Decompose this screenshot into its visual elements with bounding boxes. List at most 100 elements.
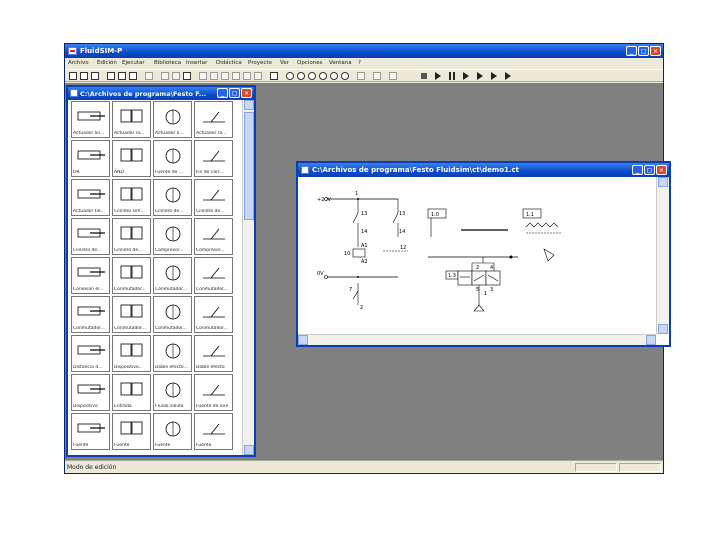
new-file-icon[interactable] [69, 72, 77, 80]
circuit-hscrollbar[interactable] [298, 334, 656, 345]
library-component[interactable]: Fuente de aire [194, 374, 233, 411]
align-left-icon[interactable] [199, 72, 207, 80]
menu-opciones[interactable]: Opciones [297, 60, 322, 66]
menu-insertar[interactable]: Insertar [186, 60, 207, 66]
align-top-icon[interactable] [232, 72, 240, 80]
library-component[interactable]: Entrada [112, 374, 151, 411]
circuit-scroll-right-arrow[interactable] [646, 335, 656, 345]
circuit-canvas[interactable]: +24V 1 13 14 13 14 A1 10 A2 12 0V 7 2 1.… [298, 177, 656, 334]
print-icon[interactable] [118, 72, 126, 80]
menu-ver[interactable]: Ver [280, 60, 289, 66]
undo-icon[interactable] [145, 72, 153, 80]
menu-archivo[interactable]: Archivo [68, 60, 89, 66]
close-button[interactable]: ✕ [650, 46, 661, 56]
menu-ejecutar[interactable]: Ejecutar [122, 60, 145, 66]
library-component[interactable]: Conmutador... [112, 296, 151, 333]
library-component[interactable]: Conmutador... [153, 296, 192, 333]
library-scrollbar[interactable] [242, 100, 254, 455]
library-component[interactable]: Actuador ro... [112, 101, 151, 138]
reset-icon[interactable] [463, 72, 469, 80]
library-component[interactable]: Conmutador... [112, 257, 151, 294]
menu-didactica[interactable]: Didáctica [216, 60, 242, 66]
zoom-original-icon[interactable] [286, 72, 294, 80]
scroll-thumb[interactable] [244, 112, 254, 220]
library-component[interactable]: Fluido salida [153, 374, 192, 411]
align-center-icon[interactable] [210, 72, 218, 80]
print-preview-icon[interactable] [107, 72, 115, 80]
menu-proyecto[interactable]: Proyecto [248, 60, 272, 66]
connection-icon[interactable] [373, 72, 381, 80]
pause-icon[interactable] [449, 72, 451, 80]
align-middle-icon[interactable] [243, 72, 251, 80]
library-component[interactable]: OR [71, 140, 110, 177]
library-component[interactable]: Conmutador... [194, 257, 233, 294]
library-minimize-button[interactable]: _ [217, 88, 228, 98]
step-icon[interactable] [477, 72, 483, 80]
library-component[interactable]: AND [112, 140, 151, 177]
scroll-up-arrow[interactable] [244, 100, 254, 110]
open-file-icon[interactable] [80, 72, 88, 80]
library-component[interactable]: Conmutador... [153, 257, 192, 294]
zoom-fit-icon[interactable] [308, 72, 316, 80]
zoom-in-icon[interactable] [330, 72, 338, 80]
library-component[interactable]: Conmutador... [194, 296, 233, 333]
menu-edicion[interactable]: Edición [97, 60, 117, 66]
circuit-scroll-left-arrow[interactable] [298, 335, 308, 345]
zoom-out-icon[interactable] [341, 72, 349, 80]
library-component[interactable]: Actuador tie... [71, 179, 110, 216]
check-drawing-icon[interactable] [357, 72, 365, 80]
grid-icon[interactable] [270, 72, 278, 80]
menu-help[interactable]: ? [358, 60, 361, 66]
library-component[interactable]: Compresor... [153, 218, 192, 255]
library-component[interactable]: Compresor... [194, 218, 233, 255]
circuit-close-button[interactable]: ✕ [656, 165, 667, 175]
circuit-vscrollbar[interactable] [656, 177, 669, 334]
maximize-button[interactable]: □ [638, 46, 649, 56]
library-component[interactable]: Distancia d... [71, 335, 110, 372]
library-component[interactable]: Actuador li... [153, 101, 192, 138]
library-component[interactable]: Cilindro de... [112, 218, 151, 255]
library-component[interactable]: Dispositivo... [112, 335, 151, 372]
library-component[interactable]: Dispositivo [71, 374, 110, 411]
align-right-icon[interactable] [221, 72, 229, 80]
circuit-scroll-down-arrow[interactable] [658, 324, 668, 334]
library-component[interactable]: Fuente de ... [153, 140, 192, 177]
library-component[interactable]: Fuente [194, 413, 233, 450]
library-component[interactable]: Fin de carr... [194, 140, 233, 177]
library-component[interactable]: Cilindro de... [71, 218, 110, 255]
play-icon[interactable] [435, 72, 441, 80]
circuit-maximize-button[interactable]: □ [644, 165, 655, 175]
library-component[interactable]: Fuente [153, 413, 192, 450]
stop-icon[interactable] [421, 73, 427, 79]
library-component[interactable]: Fuente [71, 413, 110, 450]
library-component[interactable]: Actuador lin... [71, 101, 110, 138]
library-component[interactable]: Cilindro sim... [112, 179, 151, 216]
library-component[interactable]: Cilindro de... [194, 179, 233, 216]
library-component[interactable]: Doble efecto... [153, 335, 192, 372]
library-component[interactable]: Conexión el... [71, 257, 110, 294]
circuit-scroll-up-arrow[interactable] [658, 177, 668, 187]
step-forward-icon[interactable] [491, 72, 497, 80]
text-icon[interactable] [389, 72, 397, 80]
zoom-window-icon[interactable] [297, 72, 305, 80]
library-component[interactable]: Actuador ro... [194, 101, 233, 138]
align-bottom-icon[interactable] [254, 72, 262, 80]
menu-biblioteca[interactable]: Biblioteca [154, 60, 181, 66]
scroll-down-arrow[interactable] [244, 445, 254, 455]
library-component[interactable]: Conmutador... [71, 296, 110, 333]
library-component[interactable]: Cilindro de... [153, 179, 192, 216]
library-component[interactable]: Doble efecto [194, 335, 233, 372]
menu-ventana[interactable]: Ventana [329, 60, 352, 66]
library-component[interactable]: Fuente [112, 413, 151, 450]
copy-icon[interactable] [172, 72, 180, 80]
zoom-previous-icon[interactable] [319, 72, 327, 80]
properties-icon[interactable] [129, 72, 137, 80]
minimize-button[interactable]: _ [626, 46, 637, 56]
paste-icon[interactable] [183, 72, 191, 80]
library-maximize-button[interactable]: □ [229, 88, 240, 98]
circuit-minimize-button[interactable]: _ [632, 165, 643, 175]
cut-icon[interactable] [161, 72, 169, 80]
library-close-button[interactable]: ✕ [241, 88, 252, 98]
fast-forward-icon[interactable] [505, 72, 511, 80]
save-icon[interactable] [91, 72, 99, 80]
